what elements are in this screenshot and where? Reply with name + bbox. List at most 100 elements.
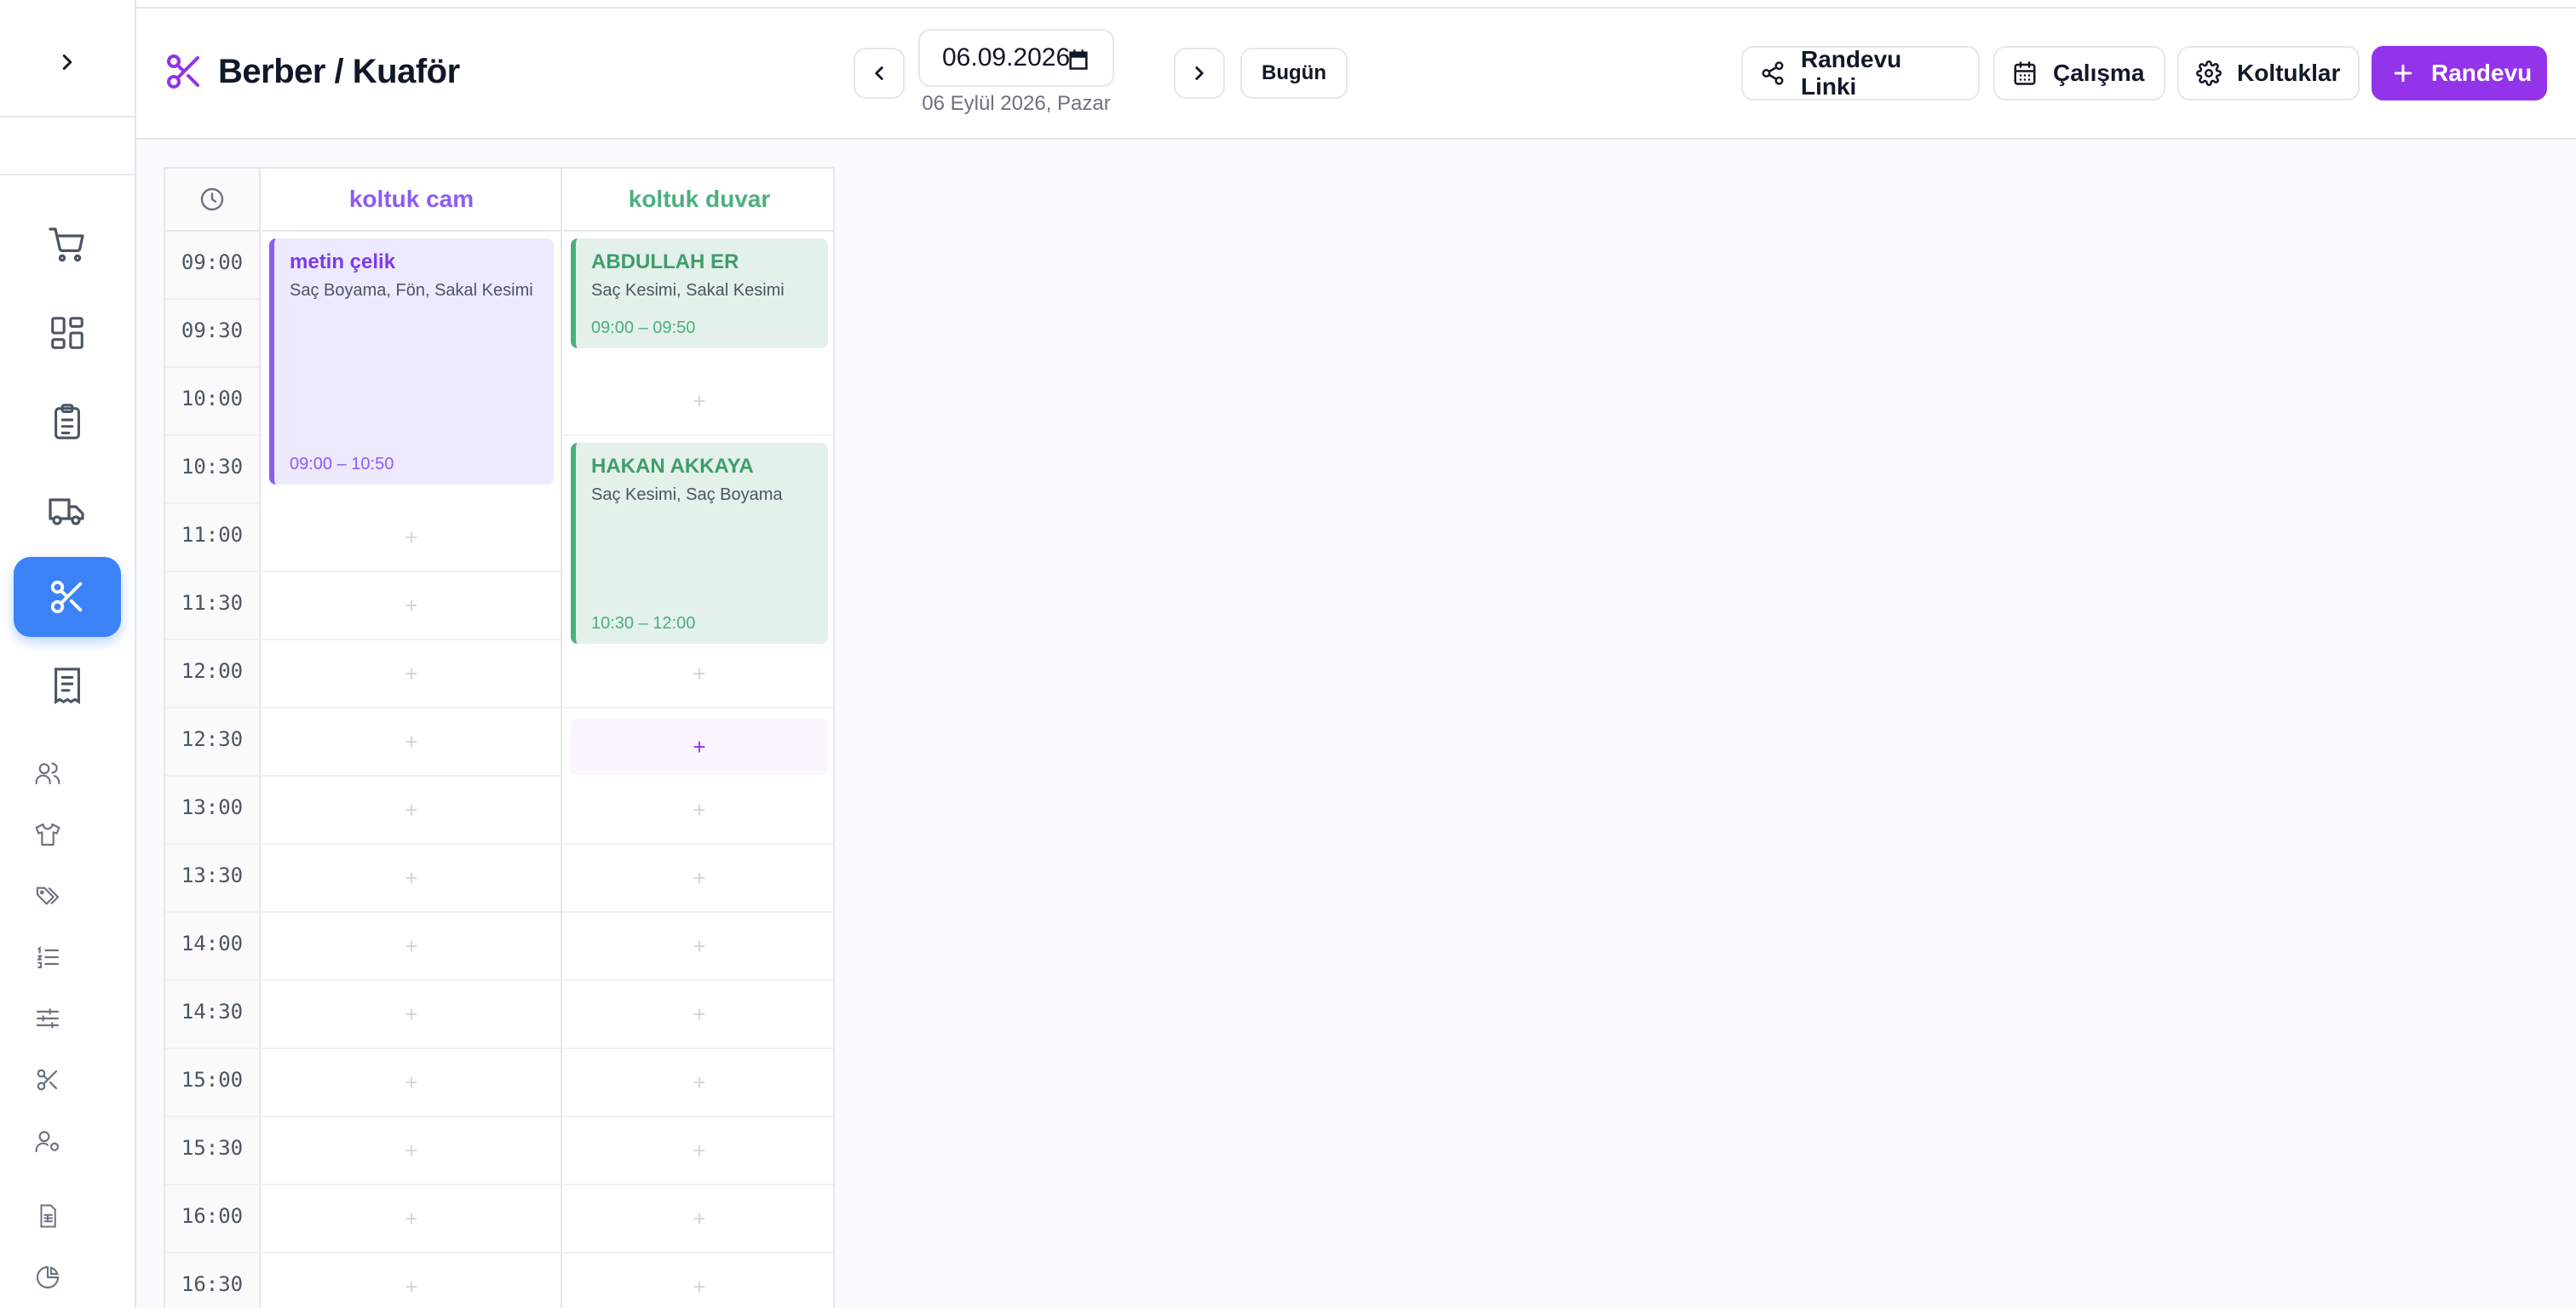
empty-slot-add-button[interactable]: +: [262, 708, 561, 777]
calendar-picker-icon[interactable]: [1067, 48, 1090, 72]
sidebar-item-services[interactable]: [20, 1056, 75, 1104]
chairs-button[interactable]: Koltuklar: [2177, 46, 2360, 100]
time-label: 10:00: [165, 368, 259, 436]
time-label: 10:30: [165, 436, 259, 504]
sidebar-item-dashboard[interactable]: [14, 293, 121, 373]
time-label: 09:00: [165, 232, 259, 300]
appointment-customer-name: ABDULLAH ER: [591, 250, 739, 273]
empty-slot-add-button[interactable]: +: [564, 981, 833, 1049]
sidebar-item-products[interactable]: [20, 811, 75, 858]
truck-icon: [49, 498, 84, 525]
tags-icon: [36, 886, 60, 905]
sidebar-item-delivery[interactable]: [14, 470, 121, 550]
scissors-icon: [50, 580, 83, 614]
new-appointment-button[interactable]: Randevu: [2372, 46, 2547, 100]
empty-slot-add-button[interactable]: +: [262, 1117, 561, 1185]
empty-slot-add-button[interactable]: +: [262, 1254, 561, 1308]
gear-icon: [2196, 60, 2222, 86]
time-column-header: [165, 169, 259, 232]
appointment-time-range: 09:00 – 09:50: [591, 318, 696, 338]
empty-slot-add-button[interactable]: +: [262, 640, 561, 708]
next-day-button[interactable]: [1174, 48, 1225, 99]
empty-slot-add-button[interactable]: +: [564, 1254, 833, 1308]
empty-slot-add-button[interactable]: +: [564, 1185, 833, 1254]
appointment-card[interactable]: HAKAN AKKAYA Saç Kesimi, Saç Boyama 10:30 …: [571, 443, 828, 644]
sidebar-item-list[interactable]: [20, 933, 75, 981]
clipboard-icon: [55, 404, 80, 439]
empty-slot-add-button[interactable]: +: [564, 913, 833, 981]
empty-slot-add-button[interactable]: +: [564, 777, 833, 845]
empty-slot-add-button[interactable]: +: [564, 368, 833, 436]
appointment-link-button[interactable]: Randevu Linki: [1741, 46, 1980, 100]
empty-slot-add-button[interactable]: +: [262, 1049, 561, 1117]
sidebar: [0, 0, 136, 1308]
plus-icon: [2394, 64, 2412, 83]
working-hours-label: Çalışma: [2053, 60, 2145, 86]
sidebar-item-staff[interactable]: [20, 1117, 75, 1165]
time-label: 12:30: [165, 708, 259, 777]
sidebar-item-customers[interactable]: [20, 749, 75, 797]
empty-slot-add-button[interactable]: +: [571, 719, 828, 775]
time-label: 13:00: [165, 777, 259, 845]
sidebar-item-reports[interactable]: [20, 1192, 75, 1240]
sidebar-item-receipts[interactable]: [14, 645, 121, 726]
sidebar-item-cart[interactable]: [14, 204, 121, 284]
empty-slot-add-button[interactable]: +: [564, 640, 833, 708]
chair-header: koltuk duvar: [564, 169, 833, 232]
appointment-link-label: Randevu Linki: [1801, 46, 1902, 100]
chevron-right-icon: [62, 54, 72, 70]
date-input[interactable]: 06.09.2026: [918, 29, 1114, 87]
time-label: 13:30: [165, 845, 259, 913]
sidebar-item-settings-sliders[interactable]: [20, 995, 75, 1042]
appointment-card[interactable]: ABDULLAH ER Saç Kesimi, Sakal Kesimi 09:00…: [571, 238, 828, 349]
sidebar-item-analytics[interactable]: [20, 1254, 75, 1301]
chevron-right-icon: [1195, 66, 1204, 80]
empty-slot-add-button[interactable]: +: [262, 777, 561, 845]
schedule-area: 09:00 09:30 10:00 10:30 11:00 11:30 12:00 12:30…: [136, 141, 2576, 1308]
appointment-time-range: 10:30 – 12:00: [591, 614, 696, 633]
page-header: Berber / Kuaför 06.09.2026 06 Eylül 2026…: [136, 10, 2576, 140]
sidebar-toggle-button[interactable]: [0, 9, 135, 118]
sidebar-item-barber[interactable]: [14, 557, 121, 637]
chair-column-koltuk-duvar: koltuk duvar + + + + + + + + + + + ABDULLAH ER Saç K…: [564, 169, 833, 1308]
time-label: 11:30: [165, 572, 259, 640]
today-button[interactable]: Bugün: [1240, 48, 1348, 99]
calendar-icon: [2014, 61, 2036, 85]
cart-icon: [49, 227, 84, 262]
page-title: Berber / Kuaför: [218, 53, 460, 90]
users-icon: [35, 762, 60, 785]
clock-icon: [200, 187, 224, 211]
date-input-value: 06.09.2026: [942, 43, 1071, 72]
empty-slot-add-button[interactable]: +: [262, 981, 561, 1049]
time-column: 09:00 09:30 10:00 10:30 11:00 11:30 12:00 12:30…: [165, 169, 261, 1308]
empty-slot-add-button[interactable]: +: [262, 504, 561, 572]
empty-slot-add-button[interactable]: +: [262, 845, 561, 913]
schedule-grid: 09:00 09:30 10:00 10:30 11:00 11:30 12:00 12:30…: [164, 167, 835, 1308]
empty-slot-add-button[interactable]: +: [262, 1185, 561, 1254]
chevron-left-icon: [875, 66, 883, 80]
date-description: 06 Eylül 2026, Pazar: [922, 92, 1111, 115]
empty-slot-add-button[interactable]: +: [262, 572, 561, 640]
sidebar-item-orders[interactable]: [14, 382, 121, 462]
appointment-customer-name: metin çelik: [290, 250, 396, 273]
appointment-time-range: 09:00 – 10:50: [290, 455, 394, 474]
appointment-card[interactable]: metin çelik Saç Boyama, Fön, Sakal Kesimi…: [269, 238, 554, 485]
empty-slot-add-button[interactable]: +: [564, 1117, 833, 1185]
scissors-brand-icon: [167, 54, 199, 89]
time-label: 12:00: [165, 640, 259, 708]
pie-chart-icon: [36, 1265, 60, 1289]
time-label: 14:30: [165, 981, 259, 1049]
sidebar-item-tags[interactable]: [20, 872, 75, 920]
working-hours-button[interactable]: Çalışma: [1993, 46, 2165, 100]
time-label: 15:30: [165, 1117, 259, 1185]
time-label: 16:00: [165, 1185, 259, 1254]
spreadsheet-icon: [40, 1204, 56, 1228]
share-icon: [1762, 61, 1784, 85]
receipt-icon: [55, 668, 80, 704]
empty-slot-add-button[interactable]: +: [564, 845, 833, 913]
window-top-edge: [0, 0, 2576, 9]
appointment-customer-name: HAKAN AKKAYA: [591, 455, 754, 478]
empty-slot-add-button[interactable]: +: [564, 1049, 833, 1117]
previous-day-button[interactable]: [854, 48, 905, 99]
empty-slot-add-button[interactable]: +: [262, 913, 561, 981]
